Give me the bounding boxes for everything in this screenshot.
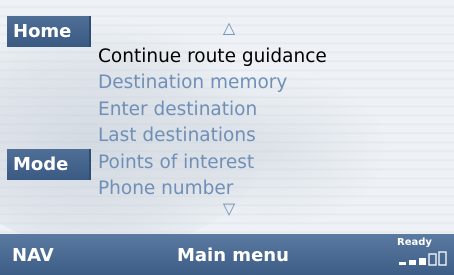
signal-bar-4 [428, 253, 437, 266]
signal-bar-1 [399, 262, 406, 265]
signal-bar-2 [409, 260, 416, 265]
scroll-up-icon[interactable]: △ [219, 20, 239, 36]
home-button-label: Home [13, 21, 72, 42]
status-bar: NAV Main menu Ready [0, 234, 454, 275]
menu-item-points-of-interest[interactable]: Points of interest [98, 150, 327, 176]
menu-item-destination-memory[interactable]: Destination memory [98, 70, 327, 96]
mode-button-label: Mode [13, 154, 69, 175]
nav-label: NAV [12, 245, 54, 266]
menu-item-phone-number[interactable]: Phone number [98, 176, 327, 202]
menu-item-continue-route-guidance[interactable]: Continue route guidance [98, 44, 327, 70]
signal-strength-icon [399, 251, 447, 266]
screen-title: Main menu [177, 245, 289, 266]
ready-status-label: Ready [397, 237, 432, 248]
menu-item-enter-destination[interactable]: Enter destination [98, 97, 327, 123]
signal-bar-3 [419, 258, 426, 265]
navigation-screen: Home Mode △ Continue route guidance Dest… [0, 0, 454, 275]
scroll-down-icon[interactable]: ▽ [219, 201, 239, 217]
main-menu-list: Continue route guidance Destination memo… [98, 44, 327, 202]
menu-item-last-destinations[interactable]: Last destinations [98, 123, 327, 149]
home-button[interactable]: Home [7, 16, 91, 47]
mode-button[interactable]: Mode [7, 149, 91, 180]
signal-bar-5 [438, 251, 447, 266]
